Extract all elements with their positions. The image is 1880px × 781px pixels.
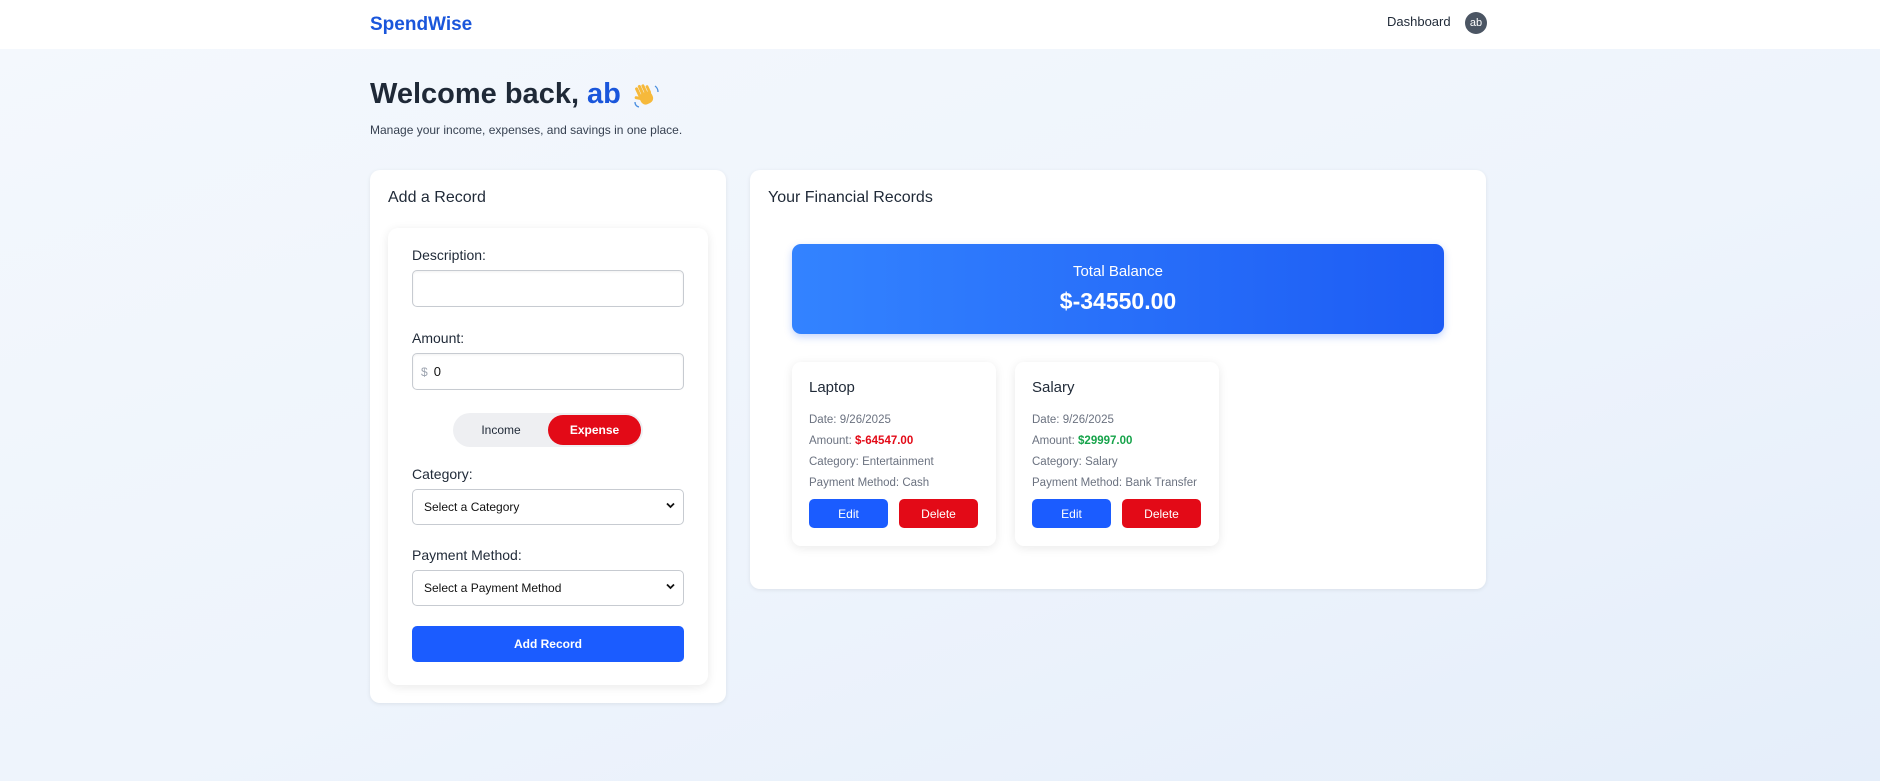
- delete-button[interactable]: Delete: [899, 499, 978, 528]
- nav-dashboard-link[interactable]: Dashboard: [1387, 14, 1451, 29]
- expense-toggle-button[interactable]: Expense: [548, 415, 641, 445]
- brand-logo[interactable]: SpendWise: [370, 14, 472, 36]
- total-balance-label: Total Balance: [1072, 263, 1164, 280]
- chevron-down-icon: [665, 581, 676, 595]
- edit-button[interactable]: Edit: [809, 499, 888, 528]
- financial-records-panel: Your Financial Records Total Balance $-3…: [750, 170, 1486, 589]
- amount-input[interactable]: [433, 364, 654, 379]
- financial-records-title: Your Financial Records: [768, 189, 933, 206]
- category-select[interactable]: Select a Category: [412, 489, 684, 525]
- page-subtitle: Manage your income, expenses, and saving…: [370, 123, 683, 137]
- page-title: Welcome back, ab: [370, 78, 661, 111]
- amount-value: $-64547.00: [855, 435, 914, 447]
- record-amount: Amount: $-64547.00: [809, 435, 914, 447]
- income-toggle-button[interactable]: Income: [457, 415, 545, 445]
- currency-symbol: $: [421, 364, 428, 379]
- record-date: Date: 9/26/2025: [1032, 414, 1114, 426]
- add-record-title: Add a Record: [388, 189, 486, 206]
- record-title: Salary: [1032, 379, 1075, 396]
- payment-method-select[interactable]: Select a Payment Method: [412, 570, 684, 606]
- amount-value: $29997.00: [1078, 435, 1133, 447]
- record-card: Salary Date: 9/26/2025 Amount: $29997.00…: [1015, 362, 1219, 546]
- welcome-username: ab: [587, 78, 621, 110]
- total-balance-value: $-34550.00: [1059, 288, 1177, 314]
- welcome-prefix: Welcome back,: [370, 78, 580, 110]
- description-label: Description:: [412, 247, 486, 263]
- category-selected-value: Select a Category: [424, 500, 520, 514]
- payment-selected-value: Select a Payment Method: [424, 581, 562, 595]
- record-card: Laptop Date: 9/26/2025 Amount: $-64547.0…: [792, 362, 996, 546]
- waving-hand-icon: [634, 83, 659, 108]
- record-category: Category: Salary: [1032, 456, 1118, 468]
- amount-field[interactable]: $: [412, 353, 684, 390]
- record-title: Laptop: [809, 379, 855, 396]
- chevron-down-icon: [665, 500, 676, 514]
- income-expense-toggle: Income Expense: [453, 413, 643, 447]
- record-payment-method: Payment Method: Bank Transfer: [1032, 477, 1197, 489]
- add-record-panel: Add a Record Description: Amount: $ Inco…: [370, 170, 726, 703]
- record-payment-method: Payment Method: Cash: [809, 477, 930, 489]
- add-record-form: Description: Amount: $ Income Expense Ca…: [388, 228, 708, 685]
- avatar[interactable]: ab: [1465, 12, 1487, 34]
- record-category: Category: Entertainment: [809, 456, 934, 468]
- category-label: Category:: [412, 466, 473, 482]
- description-input[interactable]: [412, 270, 684, 307]
- edit-button[interactable]: Edit: [1032, 499, 1111, 528]
- total-balance-card: Total Balance $-34550.00: [792, 244, 1444, 334]
- delete-button[interactable]: Delete: [1122, 499, 1201, 528]
- add-record-button[interactable]: Add Record: [412, 626, 684, 662]
- top-navbar: SpendWise Dashboard ab: [0, 0, 1880, 49]
- record-date: Date: 9/26/2025: [809, 414, 891, 426]
- record-amount: Amount: $29997.00: [1032, 435, 1133, 447]
- payment-method-label: Payment Method:: [412, 547, 522, 563]
- amount-label: Amount:: [412, 330, 465, 346]
